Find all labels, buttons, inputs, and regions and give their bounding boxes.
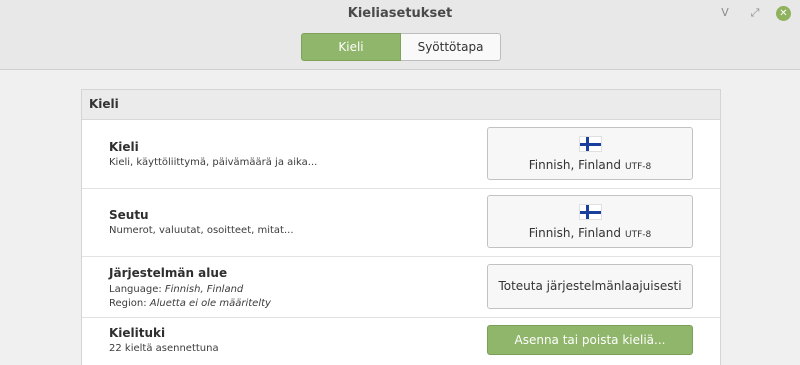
panel-heading: Kieli [82, 90, 720, 120]
row-title: Järjestelmän alue [109, 266, 228, 280]
row-title: Kieli [109, 140, 139, 154]
encoding-label: UTF-8 [625, 162, 652, 172]
region-select-button[interactable]: Finnish, Finland UTF-8 [487, 195, 693, 248]
system-locale-row: Järjestelmän alue Language: Finnish, Fin… [82, 257, 720, 318]
finland-flag-icon [579, 136, 602, 152]
region-row: Seutu Numerot, valuutat, osoitteet, mita… [82, 189, 720, 257]
encoding-label: UTF-8 [625, 230, 652, 240]
system-region-text: Region: Aluetta ei ole määritelty [109, 298, 271, 309]
tab-bar: Kieli Syöttötapa [301, 33, 501, 61]
title-bar: Kieliasetukset ᐯ ⤢ ✕ Kieli Syöttötapa [0, 0, 800, 70]
language-value: Finnish, Finland [164, 284, 244, 295]
button-label: Finnish, Finland [528, 226, 622, 240]
row-title: Seutu [109, 208, 149, 222]
apply-system-wide-button[interactable]: Toteuta järjestelmänlaajuisesti [487, 264, 693, 309]
language-row: Kieli Kieli, käyttöliittymä, päivämäärä … [82, 121, 720, 189]
row-subtitle: Numerot, valuutat, osoitteet, mitat... [109, 225, 294, 236]
minimize-icon[interactable]: ᐯ [717, 5, 733, 21]
system-language-text: Language: Finnish, Finland [109, 284, 243, 295]
install-remove-languages-button[interactable]: Asenna tai poista kieliä... [487, 325, 693, 355]
language-select-button[interactable]: Finnish, Finland UTF-8 [487, 127, 693, 180]
finland-flag-icon [579, 204, 602, 220]
close-icon[interactable]: ✕ [776, 6, 791, 21]
region-value: Aluetta ei ole määritelty [149, 298, 271, 309]
language-panel: Kieli Kieli Kieli, käyttöliittymä, päivä… [81, 89, 721, 365]
language-prefix: Language: [109, 284, 165, 295]
window-title: Kieliasetukset [347, 6, 453, 21]
tab-syottotapa[interactable]: Syöttötapa [401, 33, 501, 61]
row-subtitle: 22 kieltä asennettuna [109, 343, 219, 354]
row-subtitle: Kieli, käyttöliittymä, päivämäärä ja aik… [109, 157, 318, 168]
language-support-row: Kielituki 22 kieltä asennettuna Asenna t… [82, 318, 720, 365]
button-label: Finnish, Finland [528, 158, 622, 172]
region-prefix: Region: [109, 298, 150, 309]
tab-kieli[interactable]: Kieli [301, 33, 401, 61]
row-title: Kielituki [109, 326, 166, 340]
maximize-icon[interactable]: ⤢ [747, 5, 763, 21]
